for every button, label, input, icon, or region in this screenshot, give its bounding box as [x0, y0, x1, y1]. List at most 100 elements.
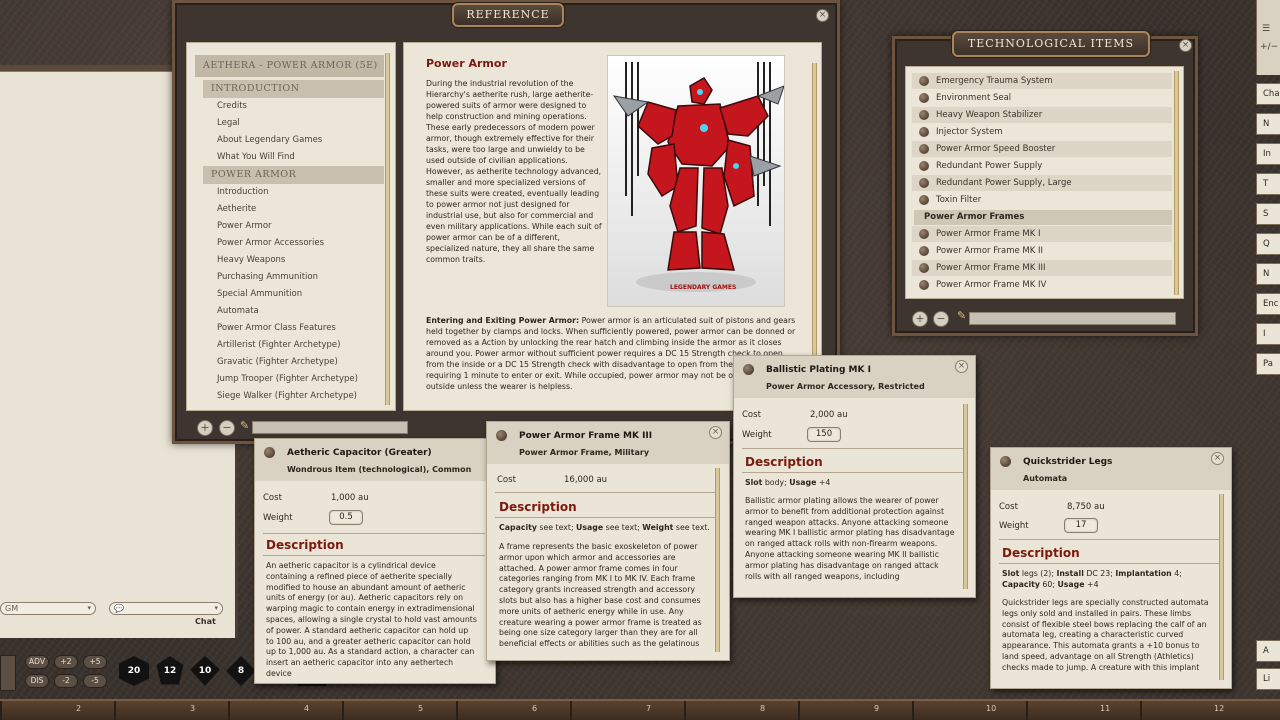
minus5-button[interactable]: -5 [83, 674, 107, 688]
minus2-button[interactable]: -2 [54, 674, 78, 688]
toc-item[interactable]: Aetherite [217, 204, 256, 214]
list-item[interactable]: Power Armor Frame MK III [912, 260, 1172, 276]
hotbar-slot-number[interactable]: 11 [1100, 704, 1110, 713]
toc-item[interactable]: Gravatic (Fighter Archetype) [217, 357, 338, 367]
sidebar-tab[interactable]: S [1256, 203, 1280, 225]
list-item[interactable]: Redundant Power Supply, Large [912, 175, 1172, 191]
sidebar-tab[interactable]: Li [1256, 668, 1280, 690]
tech-scrollbar[interactable] [1174, 71, 1179, 295]
list-item[interactable]: Power Armor Frame MK I [912, 226, 1172, 242]
sidebar-tab[interactable]: Enc [1256, 293, 1280, 315]
sidebar-zoom-icon[interactable]: +/− [1257, 34, 1280, 52]
sidebar-control-icon[interactable]: ☰ [1257, 0, 1280, 34]
close-icon[interactable]: × [1179, 39, 1192, 52]
weight-field[interactable]: 0.5 [329, 510, 363, 525]
toc-item[interactable]: Jump Trooper (Fighter Archetype) [217, 374, 358, 384]
toc-item[interactable]: Power Armor [217, 221, 272, 231]
close-icon[interactable]: × [1211, 452, 1224, 465]
remove-icon[interactable]: − [219, 420, 235, 436]
sidebar-tab[interactable]: N [1256, 113, 1280, 135]
hotbar-slot-number[interactable]: 8 [760, 704, 765, 713]
plus5-button[interactable]: +5 [83, 655, 107, 669]
card-scrollbar[interactable] [1219, 494, 1224, 680]
hotbar-slot-number[interactable]: 2 [76, 704, 81, 713]
toc-item-what-you-will-find[interactable]: What You Will Find [217, 152, 295, 162]
item-card-frame-mk3[interactable]: Power Armor Frame MK III Power Armor Fra… [486, 421, 730, 661]
toc-item[interactable]: Artillerist (Fighter Archetype) [217, 340, 340, 350]
list-item[interactable]: Power Armor Frame MK IV [912, 277, 1172, 293]
sidebar-tab[interactable]: In [1256, 143, 1280, 165]
close-icon[interactable]: × [709, 426, 722, 439]
item-card-ballistic-plating[interactable]: Ballistic Plating MK I Power Armor Acces… [733, 355, 976, 598]
toc-item-legal[interactable]: Legal [217, 118, 240, 128]
add-icon[interactable]: + [197, 420, 213, 436]
close-icon[interactable]: × [955, 360, 968, 373]
hotbar-slot-number[interactable]: 9 [874, 704, 879, 713]
sidebar-tab[interactable]: Pa [1256, 353, 1280, 375]
list-item[interactable]: Environment Seal [912, 90, 1172, 106]
chat-send-button[interactable]: Chat [195, 617, 216, 626]
toc-item[interactable]: Siege Walker (Fighter Archetype) [217, 391, 357, 401]
list-item[interactable]: Redundant Power Supply [912, 158, 1172, 174]
toc-item[interactable]: Purchasing Ammunition [217, 272, 318, 282]
weight-field[interactable]: 150 [807, 427, 841, 442]
toc-item[interactable]: Heavy Weapons [217, 255, 285, 265]
reference-search-input[interactable] [252, 421, 408, 434]
d20-icon[interactable]: 20 [119, 656, 149, 686]
hotbar-slot-number[interactable]: 4 [304, 704, 309, 713]
hotbar-slot-number[interactable]: 12 [1214, 704, 1224, 713]
item-card-quickstrider-legs[interactable]: Quickstrider Legs Automata × Cost 8,750 … [990, 447, 1232, 689]
plus2-button[interactable]: +2 [54, 655, 78, 669]
toc-section-power-armor[interactable]: POWER ARMOR [203, 166, 384, 184]
sidebar-tab[interactable]: I [1256, 323, 1280, 345]
sidebar-tab[interactable]: N [1256, 263, 1280, 285]
toc-scrollbar[interactable] [385, 53, 390, 405]
tech-search-input[interactable] [969, 312, 1176, 325]
hotbar-slot-number[interactable]: 7 [646, 704, 651, 713]
hotbar-slot-number[interactable]: 3 [190, 704, 195, 713]
list-item[interactable]: Heavy Weapon Stabilizer [912, 107, 1172, 123]
d8-icon[interactable]: 8 [226, 656, 256, 686]
module-header[interactable]: AETHERA - POWER ARMOR (5E) [195, 55, 384, 77]
adv-button[interactable]: ADV [25, 655, 49, 669]
toc-item-credits[interactable]: Credits [217, 101, 247, 111]
toc-item[interactable]: Power Armor Accessories [217, 238, 324, 248]
d12-icon[interactable]: 12 [155, 656, 185, 686]
dis-button[interactable]: DIS [25, 674, 49, 688]
hotbar-slot-number[interactable]: 6 [532, 704, 537, 713]
card-scrollbar[interactable] [963, 404, 968, 589]
sidebar-tab[interactable]: Q [1256, 233, 1280, 255]
close-icon[interactable]: × [816, 9, 829, 22]
toc-item[interactable]: Special Ammunition [217, 289, 302, 299]
item-card-aetheric-capacitor[interactable]: Aetheric Capacitor (Greater) Wondrous It… [254, 438, 496, 684]
list-item[interactable]: Toxin Filter [912, 192, 1172, 208]
add-icon[interactable]: + [912, 311, 928, 327]
list-item[interactable]: Power Armor Speed Booster [912, 141, 1172, 157]
list-item[interactable]: Power Armor Frame MK II [912, 243, 1172, 259]
chat-speaker-select[interactable]: 💬 ▾ [109, 602, 223, 615]
pencil-icon[interactable]: ✎ [957, 309, 966, 322]
sidebar-tab[interactable]: A [1256, 640, 1280, 662]
list-item-label: Injector System [936, 127, 1003, 137]
sidebar-tab[interactable]: T [1256, 173, 1280, 195]
modifier-box[interactable] [0, 655, 16, 691]
list-group-header[interactable]: Power Armor Frames [914, 210, 1172, 225]
card-scrollbar[interactable] [715, 468, 720, 652]
toc-item[interactable]: Automata [217, 306, 259, 316]
item-name: Quickstrider Legs [1023, 457, 1112, 467]
hotbar-divider [912, 701, 914, 720]
toc-item[interactable]: Power Armor Class Features [217, 323, 336, 333]
sidebar-tab[interactable]: Cha [1256, 83, 1280, 105]
pencil-icon[interactable]: ✎ [240, 419, 249, 432]
hotbar-slot-number[interactable]: 5 [418, 704, 423, 713]
toc-item[interactable]: Introduction [217, 187, 268, 197]
toc-item-about[interactable]: About Legendary Games [217, 135, 322, 145]
list-item[interactable]: Injector System [912, 124, 1172, 140]
d10-icon[interactable]: 10 [190, 656, 220, 686]
list-item[interactable]: Emergency Trauma System [912, 73, 1172, 89]
weight-field[interactable]: 17 [1064, 518, 1098, 533]
toc-section-introduction[interactable]: INTRODUCTION [203, 80, 384, 98]
hotbar-slot-number[interactable]: 10 [986, 704, 996, 713]
chat-mode-select[interactable]: GM ▾ [0, 602, 96, 615]
remove-icon[interactable]: − [933, 311, 949, 327]
